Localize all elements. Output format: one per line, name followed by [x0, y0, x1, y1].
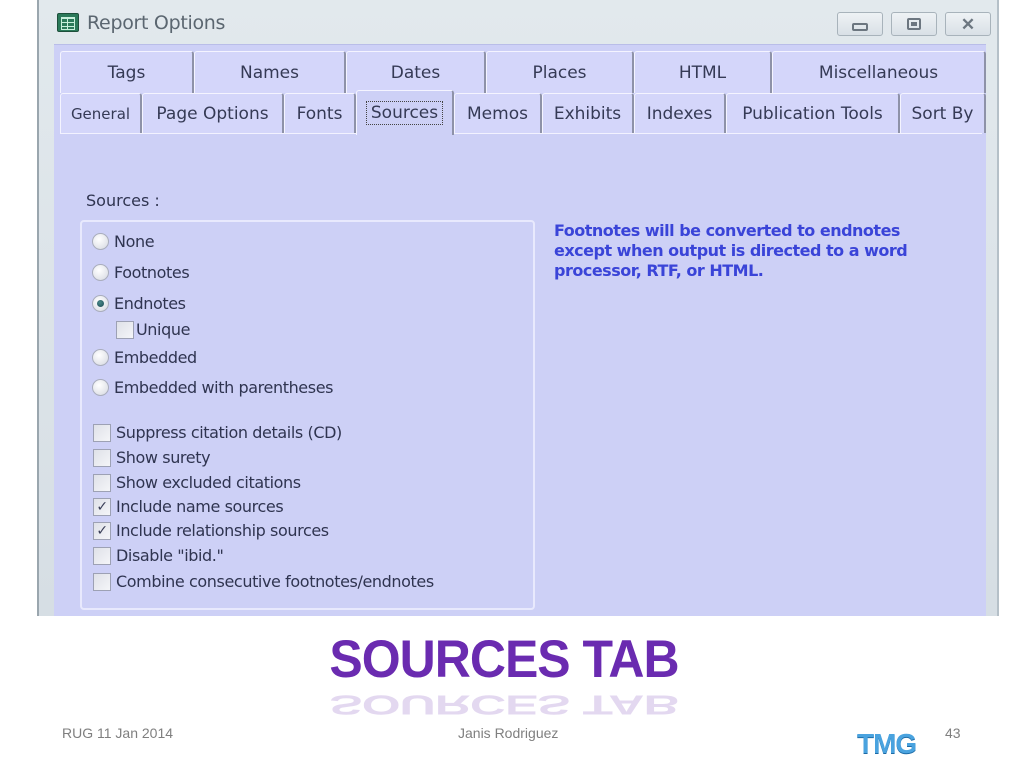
tab-miscellaneous[interactable]: Miscellaneous [772, 51, 986, 93]
window-title: Report Options [87, 12, 226, 34]
tab-html[interactable]: HTML [634, 51, 772, 93]
radio-label: None [114, 232, 155, 251]
tab-label: Sort By [911, 103, 974, 124]
tab-dates[interactable]: Dates [346, 51, 486, 93]
slide-title-reflection: SOURCES TAB [329, 689, 679, 721]
tab-label: HTML [678, 62, 727, 83]
sources-group-label: Sources : [86, 191, 160, 210]
tab-divider [60, 133, 982, 134]
tab-label: Miscellaneous [818, 62, 939, 83]
tab-label: General [70, 104, 131, 123]
maximize-icon [907, 18, 921, 30]
checkbox-show-surety[interactable]: Show surety [93, 448, 211, 467]
checkbox-suppress-citation-details[interactable]: Suppress citation details (CD) [93, 423, 342, 442]
tab-label: Tags [107, 62, 146, 83]
radio-button-icon [92, 379, 109, 396]
checkbox-disable-ibid[interactable]: Disable "ibid." [93, 546, 224, 565]
tab-names[interactable]: Names [194, 51, 346, 93]
checkmark-icon: ✓ [93, 521, 111, 540]
radio-endnotes[interactable]: Endnotes [92, 294, 186, 313]
radio-label: Endnotes [114, 294, 186, 313]
checkbox-include-name-sources[interactable]: ✓ Include name sources [93, 497, 284, 516]
tab-label: Exhibits [553, 103, 622, 124]
checkbox-label: Include name sources [116, 497, 284, 516]
title-bar[interactable]: Report Options ✕ [39, 0, 997, 48]
checkbox-label: Unique [136, 320, 191, 339]
radio-embedded-with-parentheses[interactable]: Embedded with parentheses [92, 378, 333, 397]
checkbox-label: Suppress citation details (CD) [116, 423, 342, 442]
tab-publication-tools[interactable]: Publication Tools [726, 93, 900, 133]
tab-places[interactable]: Places [486, 51, 634, 93]
minimize-icon [852, 23, 868, 31]
radio-button-icon [92, 264, 109, 281]
tmg-logo: TMG [857, 728, 917, 759]
tab-label: Page Options [156, 103, 269, 124]
dialog-client-area: Tags Names Dates Places HTML Miscellaneo… [54, 44, 986, 616]
checkbox-show-excluded-citations[interactable]: Show excluded citations [93, 473, 301, 492]
close-icon: ✕ [960, 14, 976, 34]
checkmark-icon: ✓ [93, 497, 111, 516]
checkbox-icon [93, 423, 111, 442]
checkbox-label: Disable "ibid." [116, 546, 224, 565]
radio-footnotes[interactable]: Footnotes [92, 263, 190, 282]
tab-general[interactable]: General [60, 93, 142, 133]
endnotes-info-note: Footnotes will be converted to endnotes … [554, 221, 908, 280]
checkbox-combine-consecutive-notes[interactable]: Combine consecutive footnotes/endnotes [93, 572, 434, 591]
tab-label: Names [239, 62, 299, 83]
page-number: 43 [945, 725, 961, 741]
radio-label: Footnotes [114, 263, 190, 282]
footer-date: RUG 11 Jan 2014 [62, 725, 174, 741]
checkbox-icon [93, 448, 111, 467]
radio-label: Embedded with parentheses [114, 378, 334, 397]
tab-tags[interactable]: Tags [60, 51, 194, 93]
maximize-button[interactable] [891, 12, 937, 36]
report-options-window: Report Options ✕ Tags Names Dates Places… [37, 0, 999, 616]
tab-fonts[interactable]: Fonts [284, 93, 356, 133]
close-button[interactable]: ✕ [945, 12, 991, 36]
radio-button-icon [92, 233, 109, 250]
tab-sources[interactable]: Sources [356, 90, 454, 135]
radio-label: Embedded [114, 348, 197, 367]
checkbox-include-relationship-sources[interactable]: ✓ Include relationship sources [93, 521, 329, 540]
minimize-button[interactable] [837, 12, 883, 36]
checkbox-icon [93, 546, 111, 565]
checkbox-label: Include relationship sources [116, 521, 329, 540]
tab-label: Memos [467, 103, 528, 124]
checkbox-icon [116, 320, 134, 339]
tab-exhibits[interactable]: Exhibits [542, 93, 634, 133]
checkbox-unique[interactable]: Unique [116, 320, 190, 339]
checkbox-label: Combine consecutive footnotes/endnotes [116, 572, 434, 591]
radio-none[interactable]: None [92, 232, 155, 251]
radio-embedded[interactable]: Embedded [92, 348, 197, 367]
footer-author: Janis Rodriguez [458, 725, 559, 741]
slide-title: SOURCES TAB [329, 629, 679, 689]
tab-label: Indexes [646, 103, 713, 124]
tab-indexes[interactable]: Indexes [634, 93, 726, 133]
tab-label: Publication Tools [742, 103, 883, 124]
tab-memos[interactable]: Memos [454, 93, 542, 133]
tab-label: Places [532, 62, 587, 83]
checkbox-icon [93, 572, 111, 591]
checkbox-label: Show surety [116, 448, 211, 467]
radio-button-selected-icon [92, 295, 109, 312]
tab-label: Dates [390, 62, 441, 83]
radio-button-icon [92, 349, 109, 366]
tab-label: Fonts [296, 103, 343, 124]
tab-label: Sources [365, 101, 444, 125]
tab-page-options[interactable]: Page Options [142, 93, 284, 133]
tab-sort-by[interactable]: Sort By [900, 93, 986, 133]
report-grid-icon [57, 13, 79, 32]
checkbox-label: Show excluded citations [116, 473, 301, 492]
checkbox-icon [93, 473, 111, 492]
